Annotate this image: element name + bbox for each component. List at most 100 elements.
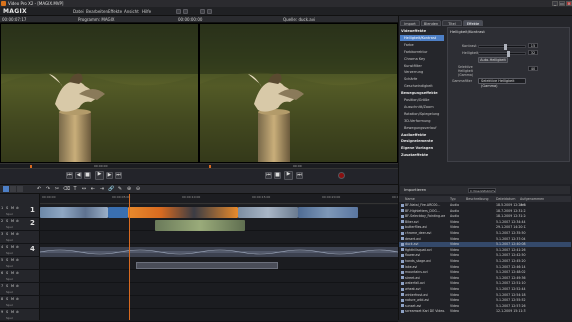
media-column-header[interactable]: Dateidatum	[496, 196, 516, 202]
media-column-header[interactable]: Name	[405, 196, 415, 202]
media-file-row[interactable]: winterfrost.avi Video 5.1.2007 12:54:18	[399, 293, 571, 298]
close-button[interactable]: ×	[566, 1, 572, 6]
forward-button[interactable]: ▶	[106, 172, 113, 179]
media-file-row[interactable]: flower.avi Video 5.1.2007 12:42:50	[399, 253, 571, 258]
undo-icon[interactable]	[176, 9, 181, 14]
track-button[interactable]: S	[6, 297, 8, 301]
media-file-row[interactable]: BF-Highletters_DOG... Audio 18.7.2009 12:3…	[399, 209, 571, 214]
track-button[interactable]: ⊘	[16, 206, 19, 210]
media-file-row[interactable]: BF-Selectday_Fainting.wav Audio 18.1.2009 …	[399, 214, 571, 219]
media-path-field[interactable]: C:\Users\Public\Videos	[468, 188, 496, 193]
media-file-row[interactable]: wheat.avi Video 5.1.2007 12:52:44	[399, 287, 571, 292]
track-button[interactable]: S	[6, 258, 8, 262]
effect-item[interactable]: Rotation/Spiegelung	[400, 111, 444, 117]
minimize-button[interactable]: _	[552, 1, 558, 6]
track-button[interactable]: M	[11, 271, 14, 275]
effect-item[interactable]: Bewegungsverlauf	[400, 125, 444, 131]
toolbar-tool-icon[interactable]: ↔	[81, 186, 87, 192]
contrast-slider-thumb[interactable]	[504, 44, 508, 50]
track-button[interactable]: ⊘	[16, 245, 19, 249]
track-button[interactable]: S	[6, 232, 8, 236]
effect-item[interactable]: Eigene Vorlagen	[400, 145, 444, 151]
rewind-button[interactable]: ◀	[75, 172, 82, 179]
scene-view-icon[interactable]	[10, 186, 16, 192]
contrast-slider[interactable]	[478, 44, 526, 50]
media-file-row[interactable]: chrome_deer.avi Video 5.1.2007 12:35:50	[399, 231, 571, 236]
track-button[interactable]: ⊘	[16, 284, 19, 288]
audio-clip-track-5[interactable]	[136, 262, 278, 269]
video-clip[interactable]	[40, 207, 108, 218]
app-icon[interactable]	[1, 1, 6, 6]
media-file-row[interactable]: Biker.avi Video 5.1.2007 12:34:44	[399, 220, 571, 225]
media-file-row[interactable]: mountains.avi Video 5.1.2007 12:48:02	[399, 270, 571, 275]
effect-item[interactable]: Farbe	[400, 42, 444, 48]
contrast-value[interactable]: 15	[528, 43, 538, 48]
tab-import[interactable]: Import	[400, 20, 420, 26]
menu-view[interactable]: Ansicht	[124, 8, 139, 15]
audio-clip-track-4[interactable]	[39, 247, 399, 257]
next-frame-button[interactable]: ⏭	[115, 172, 122, 179]
media-file-row[interactable]: nature_wild.avi Video 5.1.2007 12:55:52	[399, 298, 571, 303]
toolbar-tool-icon[interactable]: ⇥	[99, 186, 105, 192]
toolbar-tool-icon[interactable]: ↶	[36, 186, 42, 192]
track-button[interactable]: ⊘	[16, 310, 19, 314]
toolbar-tool-icon[interactable]: 🔗	[108, 186, 114, 192]
tab-effects[interactable]: Effekte	[463, 20, 483, 26]
media-column-header[interactable]: Typ	[450, 196, 456, 202]
media-column-header[interactable]: Beschreibung	[466, 196, 489, 202]
menu-help[interactable]: Hilfe	[142, 8, 151, 15]
effect-item[interactable]: Helligkeit/Kontrast	[400, 34, 444, 41]
track-button[interactable]: S	[6, 310, 8, 314]
menu-file[interactable]: Datei	[73, 8, 84, 15]
program-monitor[interactable]	[0, 23, 199, 163]
toolbar-tool-icon[interactable]: T	[72, 186, 78, 192]
track-lane[interactable]	[40, 309, 398, 322]
effect-item[interactable]: Videoeffekte	[400, 28, 444, 34]
play-button[interactable]: ▶	[95, 171, 104, 180]
video-clip[interactable]	[298, 207, 358, 218]
track-lane[interactable]	[40, 270, 398, 283]
track-button[interactable]: S	[6, 206, 8, 210]
effect-item[interactable]: Geschwindigkeit	[400, 83, 444, 89]
storyboard-view-icon[interactable]	[3, 186, 9, 192]
track-button[interactable]: M	[11, 284, 14, 288]
redo-icon[interactable]	[183, 9, 188, 14]
track-button[interactable]: ⊘	[16, 297, 19, 301]
track-button[interactable]: ⊘	[16, 232, 19, 236]
effect-item[interactable]: Verzerrung	[400, 69, 444, 75]
track-button[interactable]: M	[11, 219, 14, 223]
timeline-ruler[interactable]: 00:00:00 00:00:05:00 00:00:10:00 00:00:15:0…	[40, 194, 410, 204]
toolbar-tool-icon[interactable]: ⊖	[135, 186, 141, 192]
menu-edit[interactable]: Bearbeiten	[86, 8, 108, 15]
track-button[interactable]: S	[6, 219, 8, 223]
effect-item[interactable]: Bewegungseffekte	[400, 90, 444, 96]
source-prev-button[interactable]: ⏮	[265, 172, 272, 179]
video-clip-selected[interactable]	[108, 207, 128, 218]
effect-item[interactable]: Audioeffekte	[400, 132, 444, 138]
record-button[interactable]	[338, 172, 345, 179]
prev-frame-button[interactable]: ⏮	[66, 172, 73, 179]
effect-item[interactable]: Designelemente	[400, 138, 444, 144]
effect-item[interactable]: Zusatzeffekte	[400, 152, 444, 158]
video-clip-active[interactable]	[128, 207, 238, 218]
media-file-row[interactable]: lake.avi Video 5.1.2007 12:46:14	[399, 265, 571, 270]
timeline-view-icon[interactable]	[17, 186, 23, 192]
auto-brightness-button[interactable]: Auto-Helligkeit	[478, 57, 508, 63]
media-file-row[interactable]: fighthillsquat.avi Video 5.1.2007 12:41:26	[399, 248, 571, 253]
track-button[interactable]: S	[6, 245, 8, 249]
track-button[interactable]: M	[11, 245, 14, 249]
track-lane[interactable]	[40, 231, 398, 244]
toolbar-tool-icon[interactable]: ✎	[117, 186, 123, 192]
track-button[interactable]: ⊘	[16, 271, 19, 275]
effect-item[interactable]: 3D-Verformung	[400, 118, 444, 124]
tab-transitions[interactable]: Blenden	[421, 20, 441, 26]
track-lane[interactable]	[40, 296, 398, 309]
media-file-row[interactable]: hands_stage.avi Video 5.1.2007 12:45:20	[399, 259, 571, 264]
menu-effects[interactable]: Effekte	[108, 8, 122, 15]
overlay-clip[interactable]	[155, 220, 245, 231]
source-monitor[interactable]	[199, 23, 398, 163]
effect-item[interactable]: Position/Größe	[400, 97, 444, 103]
media-file-row[interactable]: waterfall.avi Video 5.1.2007 12:51:10	[399, 281, 571, 286]
maximize-button[interactable]: ▭	[559, 1, 565, 6]
render-icon[interactable]	[207, 9, 212, 14]
